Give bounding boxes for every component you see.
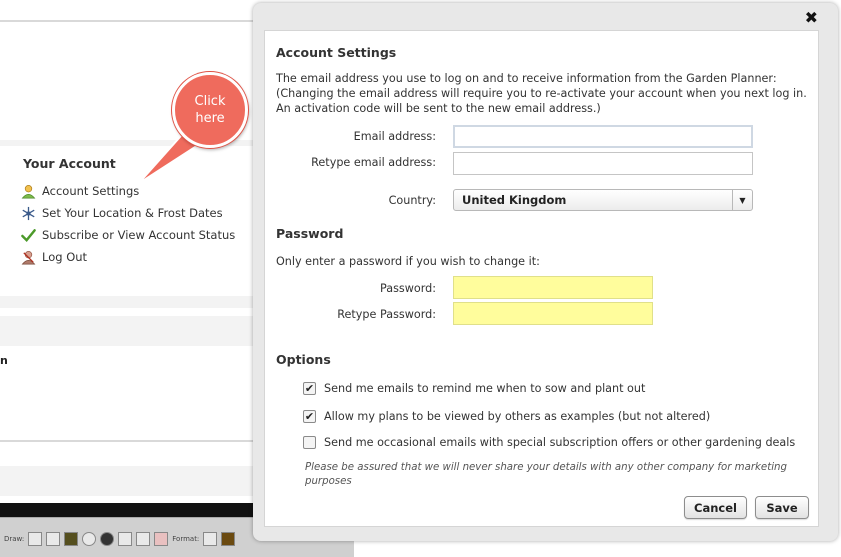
- offer-emails-checkbox[interactable]: [303, 435, 316, 449]
- line-tool-icon[interactable]: [28, 532, 43, 546]
- click-here-callout: Click here: [172, 72, 248, 148]
- editor-tool-row: Draw: Format:: [0, 529, 236, 549]
- retype-email-field[interactable]: [453, 152, 753, 175]
- password-field[interactable]: [453, 276, 653, 299]
- delete-tool-icon[interactable]: [154, 532, 169, 546]
- save-button[interactable]: Save: [755, 496, 809, 519]
- dialog-content: Account Settings The email address you u…: [264, 30, 819, 527]
- cancel-button[interactable]: Cancel: [684, 496, 747, 519]
- option-allow-plan-viewing[interactable]: ✔ Allow my plans to be viewed by others …: [303, 408, 710, 424]
- email-field[interactable]: [453, 125, 753, 148]
- rectangle-tool-icon[interactable]: [46, 532, 61, 546]
- password-title: Password: [276, 226, 344, 241]
- chevron-down-icon: ▼: [732, 190, 752, 210]
- menu-item-log-out[interactable]: Log Out: [20, 248, 87, 266]
- account-settings-title: Account Settings: [276, 45, 397, 60]
- menu-item-label: Set Your Location & Frost Dates: [42, 206, 223, 220]
- background-band: [0, 466, 270, 496]
- allow-plan-viewing-checkbox[interactable]: ✔: [303, 409, 316, 423]
- retype-password-field[interactable]: [453, 302, 653, 325]
- country-value: United Kingdom: [462, 193, 567, 207]
- draw-label: Draw:: [4, 535, 25, 543]
- country-label: Country:: [388, 194, 436, 207]
- sow-reminders-checkbox[interactable]: ✔: [303, 381, 316, 395]
- option-offer-emails[interactable]: Send me occasional emails with special s…: [303, 434, 795, 450]
- retype-password-label: Retype Password:: [337, 308, 436, 321]
- checkmark-icon: [20, 227, 36, 243]
- callout-line-2: here: [195, 111, 225, 126]
- paint-tool-icon[interactable]: [136, 532, 151, 546]
- menu-item-label: Subscribe or View Account Status: [42, 228, 236, 242]
- country-select[interactable]: United Kingdom ▼: [453, 189, 753, 211]
- filled-circle-tool-icon[interactable]: [100, 532, 115, 546]
- divider: [0, 440, 262, 442]
- option-label: Allow my plans to be viewed by others as…: [324, 409, 711, 423]
- privacy-note-line-2: purposes: [305, 476, 352, 487]
- close-icon[interactable]: ✖: [805, 8, 818, 27]
- format-label: Format:: [172, 535, 200, 543]
- account-settings-dialog: ✖ Account Settings The email address you…: [253, 3, 838, 541]
- privacy-note-line-1: Please be assured that we will never sha…: [305, 462, 787, 473]
- retype-email-label: Retype email address:: [311, 156, 436, 169]
- circle-tool-icon[interactable]: [82, 532, 97, 546]
- menu-item-subscribe[interactable]: Subscribe or View Account Status: [20, 226, 235, 244]
- color-swatch-icon[interactable]: [221, 532, 236, 546]
- option-sow-reminders[interactable]: ✔ Send me emails to remind me when to so…: [303, 380, 645, 396]
- option-label: Send me occasional emails with special s…: [324, 435, 796, 449]
- email-label: Email address:: [353, 130, 436, 143]
- logout-user-icon: [20, 249, 36, 265]
- background-band: [0, 316, 270, 346]
- account-description-line-3: An activation code will be sent to the n…: [276, 102, 601, 115]
- menu-item-label: Log Out: [42, 250, 88, 264]
- password-label: Password:: [379, 282, 436, 295]
- password-description: Only enter a password if you wish to cha…: [276, 255, 540, 268]
- options-title: Options: [276, 352, 331, 367]
- background-text-fragment: n: [0, 354, 8, 367]
- text-tool-icon[interactable]: [118, 532, 133, 546]
- account-description-line-2: (Changing the email address will require…: [276, 87, 807, 100]
- callout-line-1: Click: [194, 94, 226, 109]
- menu-item-location-frost[interactable]: Set Your Location & Frost Dates: [20, 204, 223, 222]
- account-description-line-1: The email address you use to log on and …: [276, 72, 777, 85]
- fill-tool-icon[interactable]: [64, 532, 79, 546]
- option-label: Send me emails to remind me when to sow …: [324, 381, 646, 395]
- format-tool-icon[interactable]: [203, 532, 218, 546]
- snowflake-icon: [20, 205, 36, 221]
